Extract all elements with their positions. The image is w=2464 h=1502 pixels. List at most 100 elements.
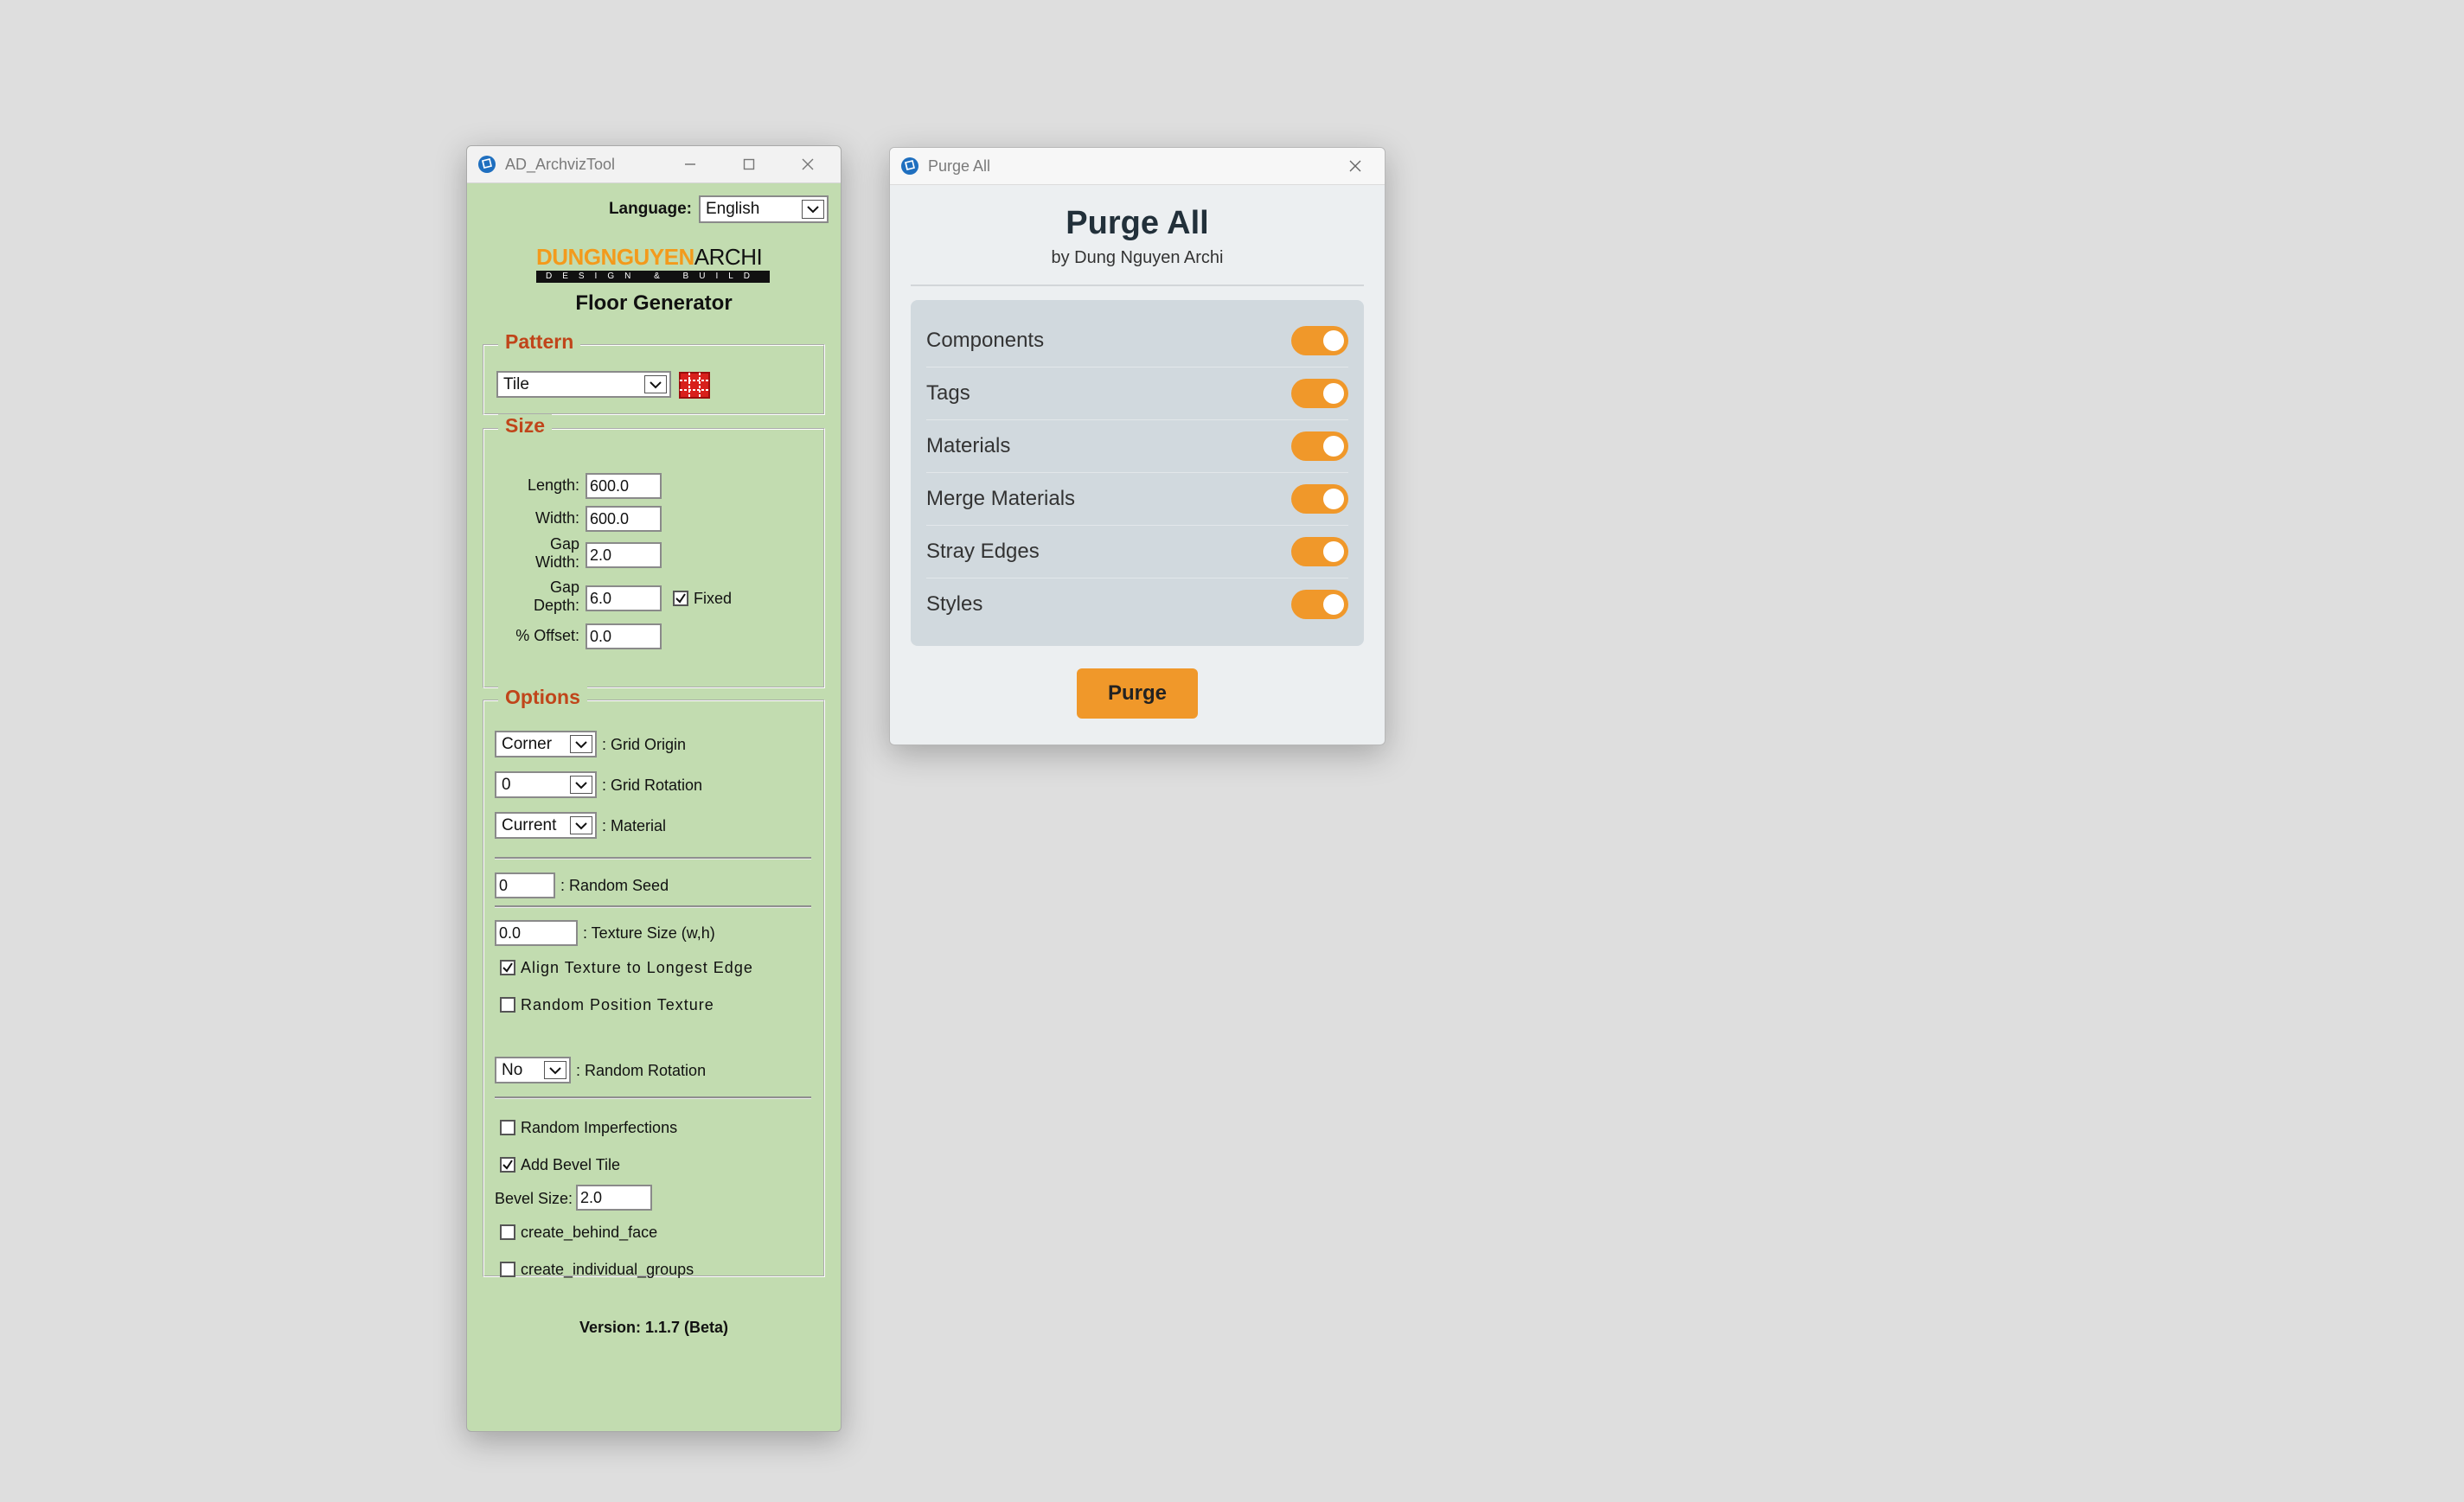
bevel-size-input[interactable]: 2.0 (576, 1185, 652, 1211)
fixed-checkbox[interactable] (673, 591, 688, 606)
texture-size-label: : Texture Size (w,h) (583, 924, 715, 942)
align-texture-checkbox[interactable] (500, 960, 515, 975)
purge-option-label: Stray Edges (926, 539, 1040, 563)
material-select[interactable]: Current (495, 812, 597, 839)
archviz-titlebar[interactable]: AD_ArchvizTool (467, 146, 841, 183)
align-texture-label: Align Texture to Longest Edge (521, 959, 753, 976)
checkmark-icon (502, 1160, 513, 1170)
behind-face-label: create_behind_face (521, 1224, 658, 1241)
language-row: Language: English (609, 195, 829, 223)
styles-toggle[interactable] (1291, 589, 1348, 619)
close-button[interactable] (1326, 148, 1385, 184)
divider (495, 1096, 811, 1099)
length-input[interactable]: 600.0 (586, 473, 662, 499)
random-rotation-select[interactable]: No (495, 1057, 571, 1083)
divider (495, 857, 811, 860)
purge-row-tags: Tags (926, 367, 1348, 420)
divider (495, 905, 811, 908)
add-bevel-checkbox[interactable] (500, 1157, 515, 1173)
components-toggle[interactable] (1291, 325, 1348, 355)
random-seed-label: : Random Seed (560, 877, 669, 894)
grid-origin-label: : Grid Origin (602, 736, 687, 753)
purge-subtitle: by Dung Nguyen Archi (1051, 248, 1224, 267)
fixed-label: Fixed (694, 590, 733, 607)
size-legend: Size (498, 414, 553, 438)
purge-button[interactable]: Purge (1077, 668, 1198, 719)
width-label: Width: (534, 509, 579, 527)
material-label: : Material (602, 817, 667, 834)
app-title: Floor Generator (575, 291, 733, 315)
purge-option-label: Merge Materials (926, 486, 1076, 510)
texture-size-input[interactable]: 0.0 (495, 920, 578, 946)
random-position-label: Random Position Texture (521, 996, 714, 1013)
language-select[interactable]: English (699, 195, 829, 223)
random-imperfections-label: Random Imperfections (521, 1119, 678, 1136)
purge-row-materials: Materials (926, 419, 1348, 473)
tags-toggle[interactable] (1291, 378, 1348, 408)
length-label: Length: (527, 476, 579, 494)
purge-all-window: Purge All Purge All by Dung Nguyen Archi… (889, 147, 1386, 745)
size-group: Size Length: 600.0 Width: 600.0 Gap Width… (483, 414, 825, 688)
chevron-down-icon (644, 375, 667, 393)
language-label: Language: (608, 200, 692, 218)
gap-depth-input[interactable]: 6.0 (586, 585, 662, 611)
sketchup-icon (901, 157, 918, 175)
minimize-icon (685, 163, 695, 165)
window-title: AD_ArchvizTool (505, 155, 616, 173)
sketchup-icon (478, 156, 496, 173)
purge-row-merge-materials: Merge Materials (926, 472, 1348, 526)
tile-pattern-icon[interactable] (678, 371, 711, 399)
close-icon (802, 158, 814, 170)
chevron-down-icon (570, 816, 592, 834)
purge-options-panel: Components Tags Materials Merge Material… (911, 300, 1364, 646)
close-button[interactable] (778, 146, 837, 182)
materials-toggle[interactable] (1291, 431, 1348, 461)
offset-label: % Offset: (515, 627, 579, 644)
chevron-down-icon (544, 1061, 566, 1079)
merge-materials-toggle[interactable] (1291, 483, 1348, 514)
window-title: Purge All (928, 157, 991, 175)
stray-edges-toggle[interactable] (1291, 536, 1348, 566)
purge-heading: Purge All (1066, 205, 1209, 241)
gap-width-label: Gap Width: (534, 535, 579, 571)
individual-groups-label: create_individual_groups (521, 1261, 694, 1278)
grid-rotation-label: : Grid Rotation (602, 777, 703, 794)
minimize-button[interactable] (661, 146, 720, 182)
pattern-group: Pattern Tile (483, 330, 825, 415)
random-rotation-label: : Random Rotation (576, 1062, 707, 1079)
maximize-icon (743, 158, 755, 170)
chevron-down-icon (570, 776, 592, 794)
brand-logo: DUNGNGUYENARCHI DESIGN & BUILD (536, 245, 770, 283)
grid-rotation-select[interactable]: 0 (495, 771, 597, 798)
gap-width-input[interactable]: 2.0 (586, 542, 662, 568)
purge-option-label: Materials (926, 433, 1011, 457)
purge-option-label: Tags (926, 380, 970, 405)
version-label: Version: 1.1.7 (Beta) (579, 1319, 729, 1336)
width-input[interactable]: 600.0 (586, 506, 662, 532)
behind-face-checkbox[interactable] (500, 1224, 515, 1240)
purge-row-styles: Styles (926, 578, 1348, 630)
bevel-size-label: Bevel Size: (495, 1190, 573, 1207)
archviz-tool-window: AD_ArchvizTool Language: English DUNGNGU… (466, 145, 842, 1432)
chevron-down-icon (802, 200, 824, 219)
grid-origin-select[interactable]: Corner (495, 731, 597, 757)
close-icon (1349, 160, 1361, 172)
options-group: Options Corner : Grid Origin 0 : Grid Ro… (483, 686, 825, 1278)
purge-titlebar[interactable]: Purge All (890, 148, 1385, 185)
add-bevel-label: Add Bevel Tile (521, 1156, 621, 1173)
chevron-down-icon (570, 735, 592, 753)
purge-row-stray-edges: Stray Edges (926, 525, 1348, 578)
random-seed-input[interactable]: 0 (495, 872, 555, 898)
random-imperfections-checkbox[interactable] (500, 1120, 515, 1135)
purge-row-components: Components (926, 314, 1348, 368)
pattern-select[interactable]: Tile (496, 371, 671, 398)
checkmark-icon (675, 593, 686, 604)
offset-input[interactable]: 0.0 (586, 623, 662, 649)
random-position-checkbox[interactable] (500, 997, 515, 1013)
divider (911, 284, 1364, 286)
maximize-button[interactable] (720, 146, 778, 182)
options-legend: Options (498, 686, 587, 709)
individual-groups-checkbox[interactable] (500, 1262, 515, 1277)
purge-option-label: Styles (926, 591, 983, 616)
gap-depth-label: Gap Depth: (533, 578, 579, 614)
